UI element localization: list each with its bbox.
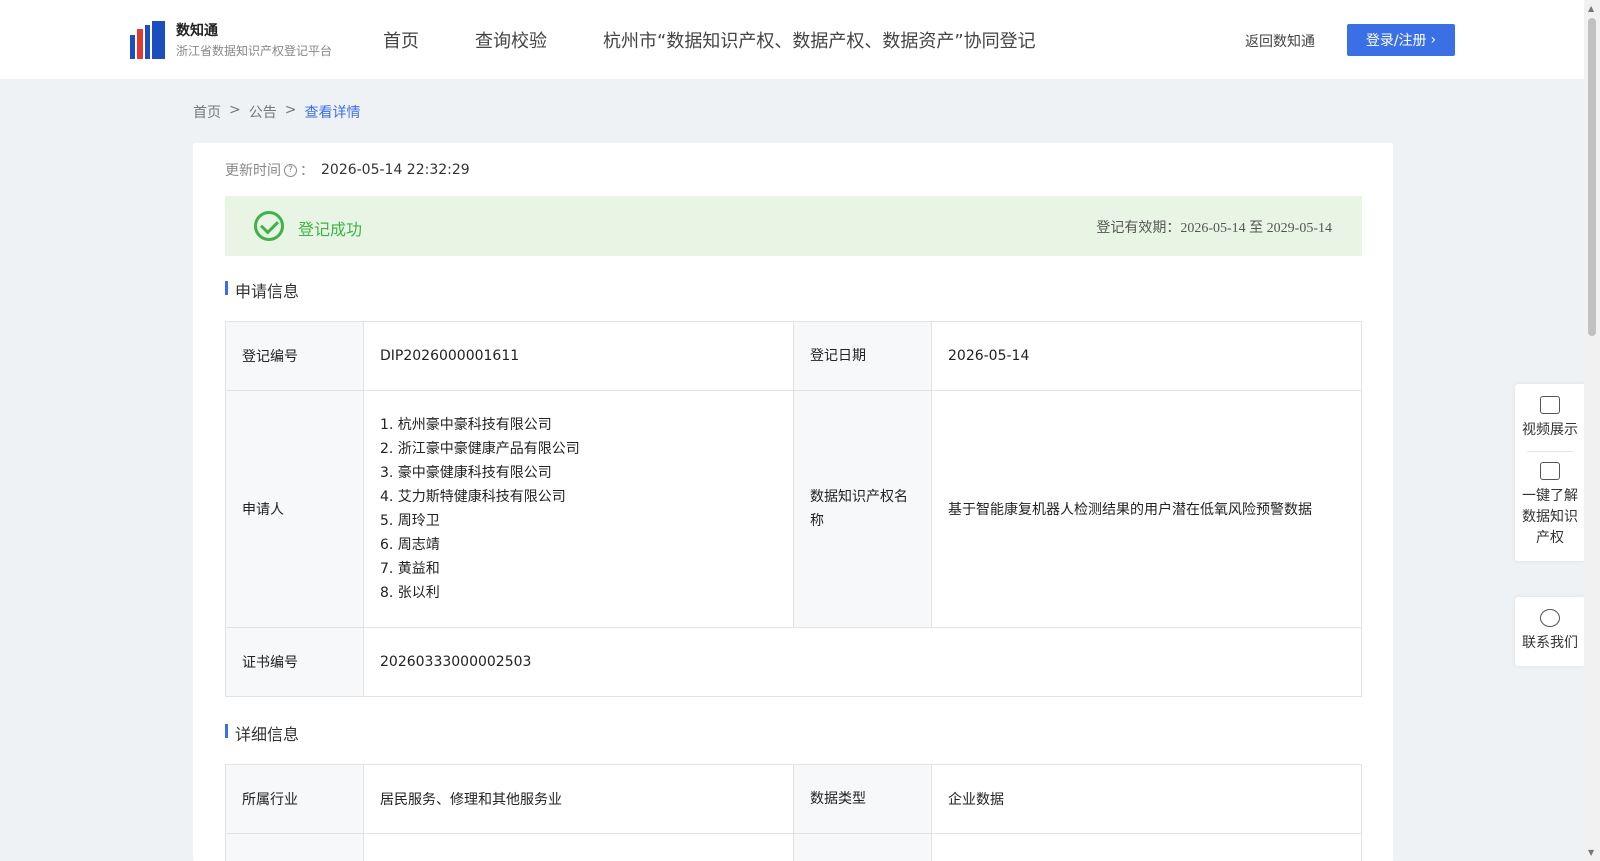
- reg-no-label: 登记编号: [225, 321, 364, 391]
- back-to-shuzhitong-link[interactable]: 返回数知通: [1245, 31, 1315, 51]
- scrollbar-thumb[interactable]: [1588, 18, 1596, 336]
- ip-name-label: 数据知识产权名称: [793, 390, 932, 628]
- chevron-right-icon: ›: [1430, 32, 1437, 48]
- top-header: 数知通 浙江省数据知识产权登记平台 首页 查询校验 杭州市“数据知识产权、数据产…: [0, 0, 1584, 79]
- contact-us-label: 联系我们: [1522, 635, 1578, 651]
- list-item: 5. 周玲卫: [380, 513, 440, 529]
- reg-no-value: DIP2026000001611: [363, 321, 794, 391]
- list-item: 2. 浙江豪中豪健康产品有限公司: [380, 441, 580, 457]
- learn-data-ip-button[interactable]: 一键了解数据知识产权: [1515, 462, 1585, 549]
- logo-bar: [145, 25, 150, 59]
- list-item: 8. 张以利: [380, 585, 440, 601]
- apply-info-title: 申请信息: [225, 278, 299, 302]
- login-register-button[interactable]: 登录/注册 ›: [1347, 24, 1455, 56]
- empty-cell: [931, 833, 1362, 861]
- book-icon: [1540, 462, 1560, 480]
- side-divider: [1527, 451, 1573, 452]
- table-row: 申请人 1. 杭州豪中豪科技有限公司 2. 浙江豪中豪健康产品有限公司 3. 豪…: [225, 390, 1362, 628]
- reg-date-value: 2026-05-14: [931, 321, 1362, 391]
- brand-subtitle: 浙江省数据知识产权登记平台: [176, 44, 333, 58]
- breadcrumb-home[interactable]: 首页: [193, 102, 221, 122]
- login-register-label: 登录/注册: [1365, 33, 1427, 49]
- list-item: 1. 杭州豪中豪科技有限公司: [380, 417, 552, 433]
- industry-value: 居民服务、修理和其他服务业: [363, 764, 794, 834]
- applicant-list-cell: 1. 杭州豪中豪科技有限公司 2. 浙江豪中豪健康产品有限公司 3. 豪中豪健康…: [363, 390, 794, 628]
- industry-label: 所属行业: [225, 764, 364, 834]
- breadcrumb-notice[interactable]: 公告: [249, 102, 277, 122]
- reg-date-label: 登记日期: [793, 321, 932, 391]
- detail-info-title: 详细信息: [225, 721, 299, 745]
- cert-no-label: 证书编号: [225, 627, 364, 697]
- scroll-down-arrow-icon[interactable]: ▼: [1588, 848, 1594, 857]
- validity-label: 登记有效期：: [1096, 221, 1181, 236]
- table-row: [225, 833, 1362, 861]
- breadcrumb-current: 查看详情: [304, 105, 361, 121]
- list-item: 6. 周志靖: [380, 537, 440, 553]
- contact-us-button[interactable]: 联系我们: [1515, 609, 1585, 654]
- site-logo[interactable]: [130, 21, 165, 59]
- nav-query-verify[interactable]: 查询校验: [475, 27, 547, 53]
- empty-cell: [363, 833, 794, 861]
- cert-no-value: 20260333000002503: [363, 627, 1362, 697]
- update-time-colon: ：: [300, 163, 314, 179]
- status-text: 登记成功: [298, 220, 363, 239]
- update-time-row: 更新时间 ? ： 2026-05-14 22:32:29: [225, 160, 470, 180]
- nav-home[interactable]: 首页: [383, 27, 419, 53]
- phone-icon: [1540, 609, 1560, 627]
- logo-bar: [137, 29, 143, 59]
- table-row: 证书编号 20260333000002503: [225, 627, 1362, 697]
- update-time-value: 2026-05-14 22:32:29: [321, 162, 470, 178]
- applicant-list: 1. 杭州豪中豪科技有限公司 2. 浙江豪中豪健康产品有限公司 3. 豪中豪健康…: [380, 413, 777, 605]
- logo-bar: [152, 21, 165, 59]
- applicant-label: 申请人: [225, 390, 364, 628]
- video-showcase-label: 视频展示: [1522, 422, 1578, 438]
- detail-card: 更新时间 ? ： 2026-05-14 22:32:29 登记成功 登记有效期：…: [193, 143, 1393, 861]
- vertical-scrollbar[interactable]: ▲ ▼: [1584, 0, 1600, 861]
- update-time-label: 更新时间: [225, 163, 281, 179]
- validity-period: 登记有效期：2026-05-14 至 2029-05-14: [1096, 217, 1332, 237]
- detail-info-table: 所属行业 居民服务、修理和其他服务业 数据类型 企业数据: [225, 764, 1362, 861]
- video-icon: [1540, 396, 1560, 414]
- logo-bar: [130, 35, 135, 59]
- table-row: 登记编号 DIP2026000001611 登记日期 2026-05-14: [225, 321, 1362, 391]
- list-item: 4. 艾力斯特健康科技有限公司: [380, 489, 566, 505]
- scroll-up-arrow-icon[interactable]: ▲: [1588, 4, 1594, 13]
- data-type-label: 数据类型: [793, 764, 932, 834]
- breadcrumb: 首页 > 公告 > 查看详情: [193, 102, 360, 122]
- data-type-value: 企业数据: [931, 764, 1362, 834]
- status-banner: 登记成功 登记有效期：2026-05-14 至 2029-05-14: [225, 196, 1362, 256]
- video-showcase-button[interactable]: 视频展示: [1515, 396, 1585, 441]
- learn-data-ip-label: 一键了解数据知识产权: [1522, 488, 1578, 546]
- side-panel-top: 视频展示 一键了解数据知识产权: [1515, 384, 1585, 561]
- apply-info-table: 登记编号 DIP2026000001611 登记日期 2026-05-14 申请…: [225, 321, 1362, 697]
- nav-hangzhou-registration[interactable]: 杭州市“数据知识产权、数据产权、数据资产”协同登记: [603, 27, 1036, 53]
- empty-cell: [793, 833, 932, 861]
- list-item: 3. 豪中豪健康科技有限公司: [380, 465, 552, 481]
- side-panel-bottom: 联系我们: [1515, 597, 1585, 666]
- brand-name: 数知通: [176, 23, 218, 39]
- list-item: 7. 黄益和: [380, 561, 440, 577]
- empty-cell: [225, 833, 364, 861]
- breadcrumb-separator: >: [284, 102, 297, 118]
- table-row: 所属行业 居民服务、修理和其他服务业 数据类型 企业数据: [225, 764, 1362, 834]
- validity-value: 2026-05-14 至 2029-05-14: [1180, 221, 1332, 236]
- question-circle-icon[interactable]: ?: [284, 163, 297, 177]
- check-circle-icon: [254, 211, 284, 241]
- breadcrumb-separator: >: [229, 102, 241, 118]
- ip-name-value: 基于智能康复机器人检测结果的用户潜在低氧风险预警数据: [931, 390, 1362, 628]
